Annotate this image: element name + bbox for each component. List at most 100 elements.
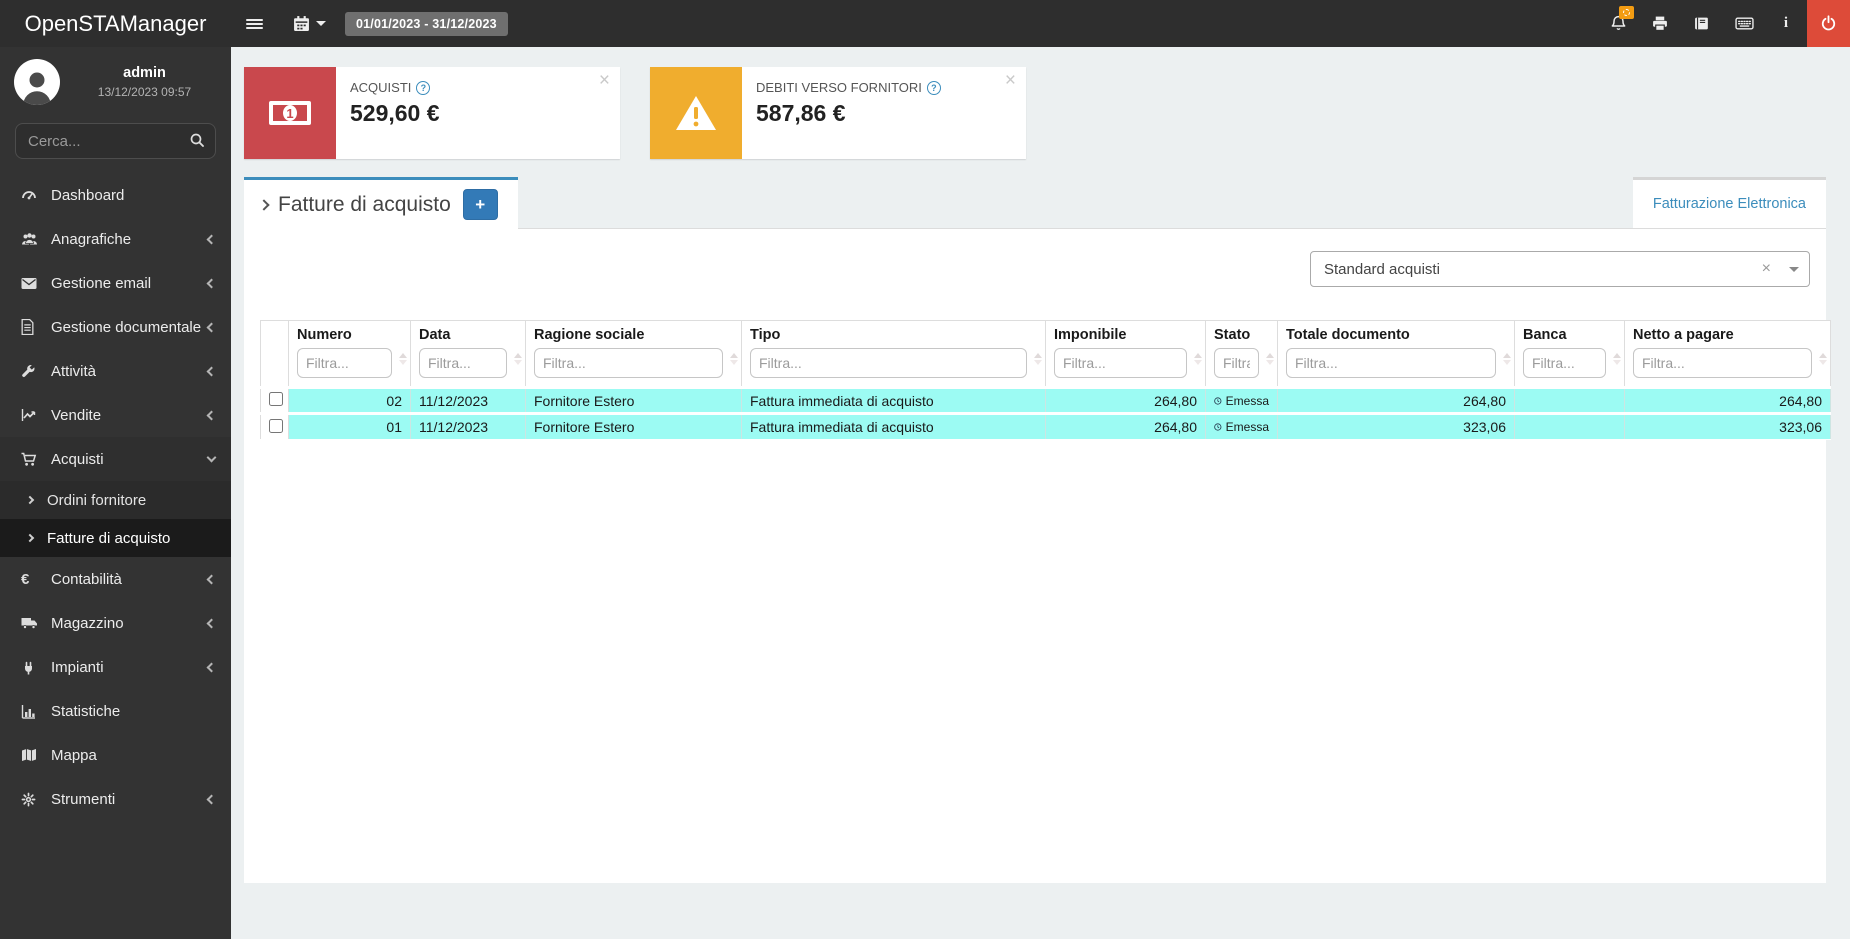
- filter-stato-input[interactable]: [1214, 348, 1259, 378]
- filter-totale-documento-input[interactable]: [1286, 348, 1496, 378]
- sidebar-item-label: Statistiche: [51, 702, 121, 720]
- sort-icon[interactable]: [1266, 353, 1274, 365]
- col-imponibile[interactable]: Imponibile: [1045, 320, 1206, 388]
- tab-fatture-di-acquisto[interactable]: Fatture di acquisto +: [244, 177, 518, 229]
- search-icon[interactable]: [189, 132, 205, 153]
- sidebar: admin 13/12/2023 09:57 Dashboard Anagraf…: [0, 47, 231, 939]
- submenu-label: Ordini fornitore: [47, 491, 147, 509]
- sidebar-item-magazzino[interactable]: Magazzino: [0, 601, 231, 645]
- row-checkbox[interactable]: [269, 418, 283, 433]
- row-checkbox[interactable]: [269, 392, 283, 406]
- filter-netto-a-pagare-input[interactable]: [1633, 348, 1812, 378]
- date-range-badge[interactable]: 01/01/2023 - 31/12/2023: [345, 11, 508, 36]
- sidebar-item-anagrafiche[interactable]: Anagrafiche: [0, 217, 231, 261]
- col-totale-documento[interactable]: Totale documento: [1277, 320, 1515, 388]
- help-question-icon[interactable]: ?: [926, 80, 941, 95]
- filter-numero-input[interactable]: [297, 348, 392, 378]
- sidebar-item-label: Mappa: [51, 746, 97, 764]
- sidebar-item-label: Attività: [51, 362, 97, 380]
- col-banca[interactable]: Banca: [1514, 320, 1625, 388]
- sort-icon[interactable]: [730, 353, 738, 365]
- module-panel: Fatture di acquisto + Fatturazione Elett…: [244, 177, 1831, 883]
- sidebar-item-strumenti[interactable]: Strumenti: [0, 777, 231, 821]
- calendar-icon[interactable]: [278, 0, 341, 47]
- stat-cards: 1 ACQUISTI ? 529,60 € × DEBITI VERSO FOR…: [244, 67, 1826, 159]
- sort-icon[interactable]: [399, 353, 407, 365]
- card-label: DEBITI VERSO FORNITORI: [756, 80, 922, 95]
- col-ragione-sociale[interactable]: Ragione sociale: [525, 320, 742, 388]
- sidebar-item-gestione-email[interactable]: Gestione email: [0, 261, 231, 305]
- chevron-left-icon: [206, 322, 217, 332]
- col-data[interactable]: Data: [410, 320, 526, 388]
- sidebar-item-statistiche[interactable]: Statistiche: [0, 689, 231, 733]
- hamburger-menu-icon[interactable]: [231, 0, 278, 47]
- col-netto-a-pagare[interactable]: Netto a pagare: [1624, 320, 1831, 388]
- logout-power-button[interactable]: [1807, 0, 1850, 47]
- sidebar-subitem-ordini-fornitore[interactable]: Ordini fornitore: [0, 481, 231, 519]
- search-input[interactable]: [15, 123, 216, 159]
- user-name: admin: [123, 65, 166, 81]
- sidebar-item-label: Gestione documentale: [51, 318, 202, 336]
- table-row[interactable]: 02 11/12/2023 Fornitore Estero Fattura i…: [260, 386, 1831, 414]
- info-icon[interactable]: i: [1765, 0, 1807, 47]
- sidebar-item-gestione-documentale[interactable]: Gestione documentale: [0, 305, 231, 349]
- filter-ragione-sociale-input[interactable]: [534, 348, 723, 378]
- sidebar-subitem-fatture-di-acquisto[interactable]: Fatture di acquisto: [0, 519, 231, 557]
- col-tipo[interactable]: Tipo: [741, 320, 1046, 388]
- sidebar-item-label: Acquisti: [51, 450, 104, 468]
- sidebar-item-vendite[interactable]: Vendite: [0, 393, 231, 437]
- page-title: Fatture di acquisto: [278, 192, 451, 216]
- sort-icon[interactable]: [1613, 353, 1621, 365]
- help-question-icon[interactable]: ?: [416, 80, 431, 95]
- sort-icon[interactable]: [1503, 353, 1511, 365]
- truck-icon: [21, 616, 51, 630]
- select-all-header: [260, 320, 289, 388]
- sidebar-item-impianti[interactable]: Impianti: [0, 645, 231, 689]
- sort-icon[interactable]: [1194, 353, 1202, 365]
- filter-banca-input[interactable]: [1523, 348, 1606, 378]
- sort-icon[interactable]: [514, 353, 522, 365]
- sidebar-item-label: Strumenti: [51, 790, 116, 808]
- sort-icon[interactable]: [1819, 353, 1827, 365]
- keyboard-shortcuts-icon[interactable]: [1723, 0, 1765, 47]
- col-numero[interactable]: Numero: [288, 320, 411, 388]
- table-header-row: Numero Data Ragione: [260, 320, 1831, 388]
- tab-fatturazione-elettronica[interactable]: Fatturazione Elettronica: [1632, 177, 1826, 228]
- sidebar-item-attivita[interactable]: Attività: [0, 349, 231, 393]
- filter-data-input[interactable]: [419, 348, 507, 378]
- add-invoice-button[interactable]: +: [462, 189, 498, 220]
- sidebar-item-dashboard[interactable]: Dashboard: [0, 173, 231, 217]
- sidebar-item-mappa[interactable]: Mappa: [0, 733, 231, 777]
- documentation-book-icon[interactable]: [1681, 0, 1723, 47]
- cell-banca: [1514, 386, 1625, 414]
- topbar: OpenSTAManager 01/01/2023 - 31/12/2023 i: [0, 0, 1850, 47]
- close-icon[interactable]: ×: [599, 71, 610, 90]
- view-select-value: Standard acquisti: [1324, 260, 1440, 278]
- clear-selection-icon[interactable]: ×: [1750, 260, 1783, 278]
- filter-imponibile-input[interactable]: [1054, 348, 1187, 378]
- chevron-left-icon: [206, 366, 217, 376]
- sidebar-item-acquisti[interactable]: Acquisti: [0, 437, 231, 481]
- calendar-glyph: [294, 16, 309, 31]
- sort-icon[interactable]: [1034, 353, 1042, 365]
- caret-down-icon: [316, 21, 326, 26]
- chevron-left-icon: [206, 618, 217, 628]
- app-brand: OpenSTAManager: [0, 0, 231, 47]
- wrench-icon: [21, 364, 51, 379]
- notifications-bell-icon[interactable]: [1597, 0, 1639, 47]
- view-select[interactable]: Standard acquisti ×: [1310, 251, 1810, 287]
- filter-tipo-input[interactable]: [750, 348, 1027, 378]
- cell-tipo: Fattura immediata di acquisto: [741, 412, 1046, 440]
- money-bill-icon: 1: [244, 67, 336, 159]
- panel-body: Standard acquisti × Numero Filtra... Dat…: [244, 229, 1831, 883]
- table-row[interactable]: 01 11/12/2023 Fornitore Estero Fattura i…: [260, 412, 1831, 440]
- close-icon[interactable]: ×: [1005, 71, 1016, 90]
- col-stato[interactable]: Stato: [1205, 320, 1278, 388]
- sidebar-item-contabilita[interactable]: € Contabilità: [0, 557, 231, 601]
- gauge-icon: [21, 187, 51, 203]
- print-icon[interactable]: [1639, 0, 1681, 47]
- cell-numero: 02: [288, 386, 411, 414]
- dropdown-caret-icon: [1789, 266, 1799, 272]
- bar-chart-icon: [21, 704, 51, 719]
